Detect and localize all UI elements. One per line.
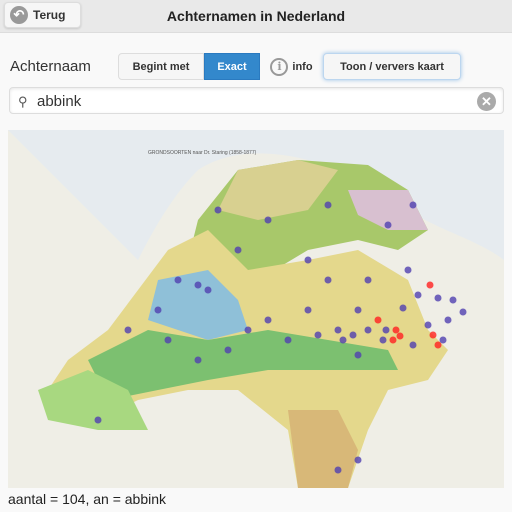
surname-dot (374, 316, 382, 324)
surname-dot (324, 276, 332, 284)
surname-dot (396, 332, 404, 340)
surname-dot (244, 326, 252, 334)
show-map-button[interactable]: Toon / ververs kaart (323, 53, 461, 80)
surname-dot (414, 291, 422, 299)
info-label: info (292, 60, 313, 73)
begint-met-button[interactable]: Begint met (118, 53, 204, 80)
surname-dot (284, 336, 292, 344)
surname-dot (204, 286, 212, 294)
surname-dot (354, 351, 362, 359)
surname-dot (382, 326, 390, 334)
clear-icon[interactable]: ✕ (477, 92, 496, 111)
surname-dot (409, 341, 417, 349)
surname-dot (224, 346, 232, 354)
surname-dot (314, 331, 322, 339)
surname-label: Achternaam (10, 58, 91, 75)
surname-dot (404, 266, 412, 274)
search-input[interactable] (37, 91, 477, 111)
surname-dot (324, 201, 332, 209)
surname-dot (426, 281, 434, 289)
surname-dot (434, 294, 442, 302)
surname-dot (449, 296, 457, 304)
surname-dot (379, 336, 387, 344)
surname-dot (234, 246, 242, 254)
surname-dot (392, 326, 400, 334)
map-title: GRONDSOORTEN naar Dr. Staring (1858-1877… (148, 150, 257, 156)
surname-dot (304, 306, 312, 314)
surname-dot (194, 281, 202, 289)
surname-dot (304, 256, 312, 264)
map-image[interactable]: GRONDSOORTEN naar Dr. Staring (1858-1877… (8, 130, 504, 488)
surname-dot (194, 356, 202, 364)
surname-dot (384, 221, 392, 229)
info-button[interactable]: i info (260, 53, 323, 80)
result-summary: aantal = 104, an = abbink (8, 491, 167, 507)
surname-dot (264, 216, 272, 224)
search-field: ⚲ ✕ (9, 87, 504, 114)
surname-dot (444, 316, 452, 324)
surname-dot (364, 326, 372, 334)
surname-dot (154, 306, 162, 314)
surname-dot (459, 308, 467, 316)
surname-dot (434, 341, 442, 349)
surname-dot (334, 326, 342, 334)
surname-dot (174, 276, 182, 284)
surname-dot (214, 206, 222, 214)
surname-dot (424, 321, 432, 329)
surname-dot (354, 456, 362, 464)
info-icon: i (270, 57, 289, 76)
surname-dot (439, 336, 447, 344)
surname-dot (94, 416, 102, 424)
header: ↶ Terug Achternamen in Nederland (0, 0, 512, 33)
surname-dot (349, 331, 357, 339)
surname-dot (124, 326, 132, 334)
surname-dot (389, 336, 397, 344)
surname-dot (334, 466, 342, 474)
search-icon: ⚲ (18, 94, 28, 109)
surname-dot (364, 276, 372, 284)
surname-dot (409, 201, 417, 209)
surname-dot (264, 316, 272, 324)
exact-button[interactable]: Exact (204, 53, 260, 80)
surname-dot (164, 336, 172, 344)
page-title: Achternamen in Nederland (166, 8, 346, 24)
surname-dot (399, 304, 407, 312)
surname-dot (339, 336, 347, 344)
surname-dot (429, 331, 437, 339)
surname-dot (354, 306, 362, 314)
